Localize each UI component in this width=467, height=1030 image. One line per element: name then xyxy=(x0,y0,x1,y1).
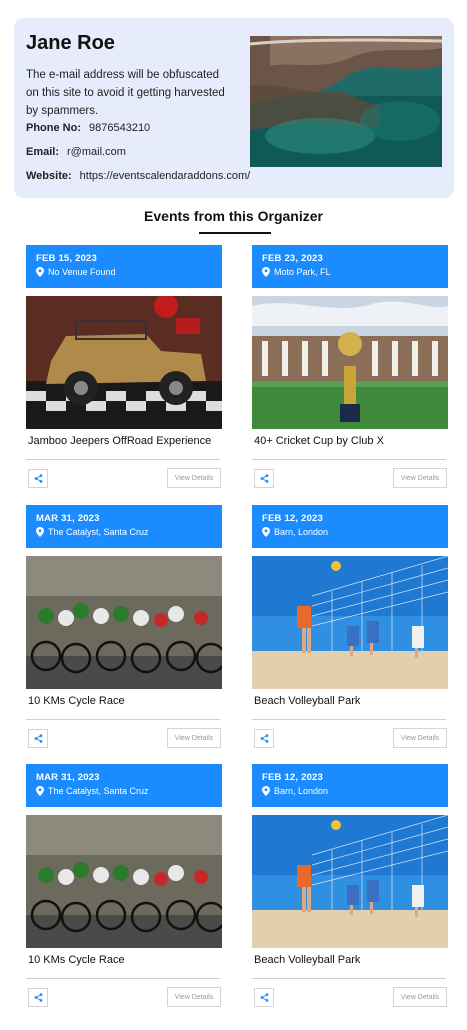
event-venue-row: Barn, London xyxy=(262,527,328,537)
view-details-button[interactable]: View Details xyxy=(167,468,221,488)
event-card[interactable]: FEB 15, 2023 No Venue Found Jamboo Jeepe… xyxy=(26,245,222,488)
event-venue-row: No Venue Found xyxy=(36,267,116,277)
location-pin-icon xyxy=(36,527,44,537)
event-image[interactable] xyxy=(26,296,222,429)
organizer-description: The e-mail address will be obfuscated on… xyxy=(26,69,225,117)
event-venue-row: The Catalyst, Santa Cruz xyxy=(36,527,149,537)
event-venue-row: Moto Park, FL xyxy=(262,267,331,277)
event-header: FEB 12, 2023 Barn, London xyxy=(252,764,448,807)
view-details-button[interactable]: View Details xyxy=(393,728,447,748)
divider xyxy=(26,978,220,979)
event-card[interactable]: FEB 12, 2023 Barn, London Beach Volleyba… xyxy=(252,764,448,1007)
event-venue-row: Barn, London xyxy=(262,786,328,796)
view-details-button[interactable]: View Details xyxy=(167,728,221,748)
event-date: MAR 31, 2023 xyxy=(36,513,100,524)
share-button[interactable] xyxy=(28,988,48,1007)
event-venue-row: The Catalyst, Santa Cruz xyxy=(36,786,149,796)
website-label: Website: xyxy=(26,170,72,182)
location-pin-icon xyxy=(262,267,270,277)
event-title[interactable]: 40+ Cricket Cup by Club X xyxy=(254,435,384,447)
section-title: Events from this Organizer xyxy=(144,208,323,224)
location-pin-icon xyxy=(262,527,270,537)
location-pin-icon xyxy=(36,786,44,796)
event-title[interactable]: Jamboo Jeepers OffRoad Experience xyxy=(28,435,211,447)
event-date: FEB 12, 2023 xyxy=(262,513,324,524)
event-card[interactable]: FEB 23, 2023 Moto Park, FL 40+ Cricket C… xyxy=(252,245,448,488)
phone-label: Phone No: xyxy=(26,122,81,134)
event-venue: The Catalyst, Santa Cruz xyxy=(48,786,149,796)
location-pin-icon xyxy=(36,267,44,277)
view-details-button[interactable]: View Details xyxy=(393,468,447,488)
organizer-name: Jane Roe xyxy=(26,32,115,54)
event-header: FEB 23, 2023 Moto Park, FL xyxy=(252,245,448,288)
share-icon xyxy=(260,474,268,483)
share-button[interactable] xyxy=(28,469,48,488)
event-date: FEB 15, 2023 xyxy=(36,253,98,264)
event-card[interactable]: FEB 12, 2023 Barn, London Beach Volleyba… xyxy=(252,505,448,748)
divider xyxy=(252,719,446,720)
website-row: Website: https://eventscalendaraddons.com… xyxy=(26,170,250,182)
event-venue: Barn, London xyxy=(274,786,329,796)
website-link[interactable]: https://eventscalendaraddons.com/ xyxy=(80,170,251,182)
share-icon xyxy=(34,474,42,483)
share-button[interactable] xyxy=(254,729,274,748)
event-header: MAR 31, 2023 The Catalyst, Santa Cruz xyxy=(26,764,222,807)
divider xyxy=(26,459,220,460)
share-icon xyxy=(34,734,42,743)
share-button[interactable] xyxy=(254,988,274,1007)
divider xyxy=(252,459,446,460)
event-title[interactable]: 10 KMs Cycle Race xyxy=(28,954,125,966)
phone-row: Phone No: 9876543210 xyxy=(26,122,150,134)
event-venue: The Catalyst, Santa Cruz xyxy=(48,527,149,537)
event-image[interactable] xyxy=(252,556,448,689)
event-image[interactable] xyxy=(252,296,448,429)
event-title[interactable]: 10 KMs Cycle Race xyxy=(28,695,125,707)
divider xyxy=(26,719,220,720)
view-details-button[interactable]: View Details xyxy=(393,987,447,1007)
event-card[interactable]: MAR 31, 2023 The Catalyst, Santa Cruz 10… xyxy=(26,764,222,1007)
email-value[interactable]: r@mail.com xyxy=(67,146,126,158)
event-image[interactable] xyxy=(26,815,222,948)
share-icon xyxy=(260,993,268,1002)
event-date: FEB 23, 2023 xyxy=(262,253,324,264)
share-icon xyxy=(260,734,268,743)
event-date: MAR 31, 2023 xyxy=(36,772,100,783)
organizer-photo xyxy=(250,36,442,167)
divider xyxy=(252,978,446,979)
event-venue: No Venue Found xyxy=(48,267,116,277)
event-header: FEB 12, 2023 Barn, London xyxy=(252,505,448,548)
section-underline xyxy=(199,232,271,234)
event-title[interactable]: Beach Volleyball Park xyxy=(254,695,360,707)
event-venue: Barn, London xyxy=(274,527,329,537)
event-venue: Moto Park, FL xyxy=(274,267,331,277)
event-header: MAR 31, 2023 The Catalyst, Santa Cruz xyxy=(26,505,222,548)
share-button[interactable] xyxy=(28,729,48,748)
email-label: Email: xyxy=(26,146,60,158)
view-details-button[interactable]: View Details xyxy=(167,987,221,1007)
location-pin-icon xyxy=(262,786,270,796)
phone-value[interactable]: 9876543210 xyxy=(89,122,150,134)
event-card[interactable]: MAR 31, 2023 The Catalyst, Santa Cruz 10… xyxy=(26,505,222,748)
share-button[interactable] xyxy=(254,469,274,488)
event-image[interactable] xyxy=(26,556,222,689)
event-title[interactable]: Beach Volleyball Park xyxy=(254,954,360,966)
organizer-card: Jane Roe The e-mail address will be obfu… xyxy=(14,18,454,198)
event-header: FEB 15, 2023 No Venue Found xyxy=(26,245,222,288)
email-row: Email: r@mail.com xyxy=(26,146,126,158)
event-date: FEB 12, 2023 xyxy=(262,772,324,783)
share-icon xyxy=(34,993,42,1002)
event-image[interactable] xyxy=(252,815,448,948)
